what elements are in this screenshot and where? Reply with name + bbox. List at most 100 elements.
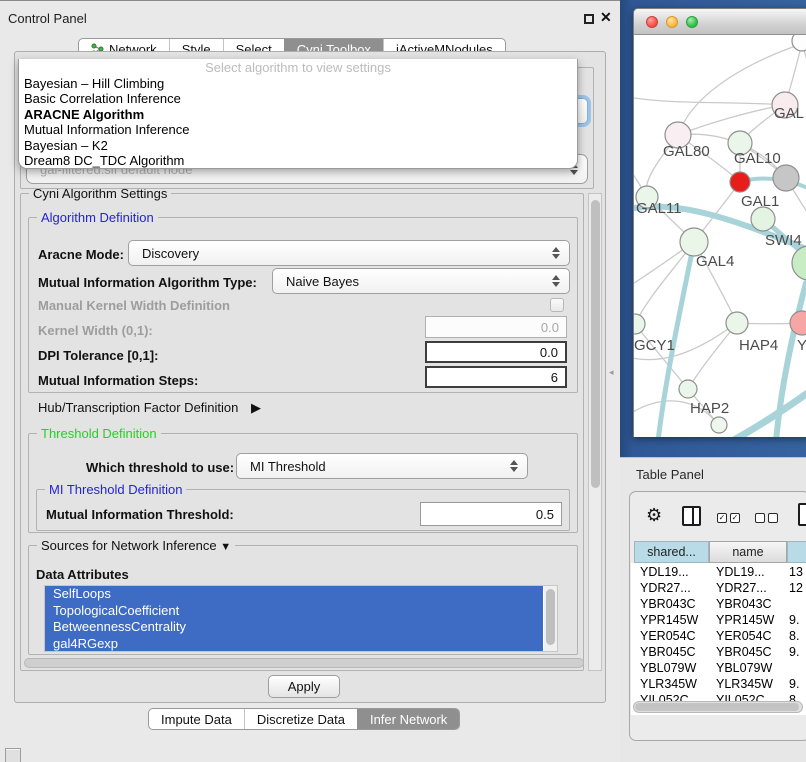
table-cell[interactable]: 9. (789, 677, 799, 691)
table-cell[interactable]: YDR27... (716, 581, 767, 595)
close-icon[interactable]: ✕ (600, 9, 612, 26)
close-traffic-light-icon[interactable] (646, 16, 658, 28)
table-cell[interactable]: YER054C (640, 629, 696, 643)
node-label: GCY1 (634, 337, 675, 354)
table-hscrollbar-track[interactable] (633, 701, 803, 713)
algorithm-option[interactable]: Dream8 DC_TDC Algorithm (19, 153, 577, 168)
column-header-shared[interactable]: shared... (634, 541, 709, 563)
settings-scrollbar-thumb[interactable] (591, 200, 600, 488)
list-scrollbar-thumb[interactable] (546, 589, 555, 645)
panel-dock-icon[interactable] (5, 748, 21, 762)
node-gray[interactable] (773, 165, 799, 191)
splitter-collapse-icon[interactable]: ◂ (609, 367, 614, 378)
column-header-partial[interactable] (787, 541, 806, 563)
table-cell[interactable]: YDL19... (640, 565, 689, 579)
sources-group-title[interactable]: Sources for Network Inference ▼ (37, 538, 235, 553)
tab-impute-data[interactable]: Impute Data (149, 709, 244, 729)
table-cell[interactable]: YPR145W (640, 613, 698, 627)
table-cell[interactable]: YBL079W (640, 661, 696, 675)
mi-steps-field[interactable]: 6 (425, 366, 567, 388)
manual-kernel-label: Manual Kernel Width Definition (38, 298, 230, 313)
split-columns-icon[interactable] (682, 506, 701, 526)
algorithm-option[interactable]: Mutual Information Inference (19, 122, 577, 137)
tab-infer-network-label: Infer Network (370, 712, 447, 727)
dpi-tolerance-field[interactable]: 0.0 (425, 341, 567, 363)
network-window-titlebar[interactable] (634, 9, 806, 35)
aracne-mode-combobox[interactable]: Discovery (128, 240, 570, 266)
table-cell[interactable]: YPR145W (716, 613, 774, 627)
table-cell[interactable]: YBR045C (716, 645, 772, 659)
table-cell[interactable]: YBL079W (716, 661, 772, 675)
column-header-name[interactable]: name (709, 541, 787, 563)
node-hap4[interactable] (726, 312, 748, 334)
node-gal1[interactable] (751, 207, 775, 231)
mi-type-combobox[interactable]: Naive Bayes (272, 268, 570, 294)
table-cell[interactable]: 9. (789, 645, 799, 659)
node-label: GAL4 (696, 253, 734, 270)
which-threshold-label: Which threshold to use: (86, 460, 234, 475)
node-gcy1[interactable] (634, 314, 645, 334)
node-red-selected[interactable] (730, 172, 750, 192)
combo-arrows-icon (552, 247, 560, 259)
mi-threshold-field[interactable]: 0.5 (420, 502, 562, 526)
network-window[interactable]: GAL GAL80 GAL10 GAL1 GAL11 SWI4 GAL4 GCY… (633, 8, 806, 437)
node-gal4[interactable] (680, 228, 708, 256)
apply-button[interactable]: Apply (268, 675, 340, 698)
which-threshold-combobox[interactable]: MI Threshold (236, 453, 528, 479)
table-cell[interactable]: YDR27... (640, 581, 691, 595)
table-hscrollbar-thumb[interactable] (635, 703, 799, 711)
table-cell[interactable]: YBR045C (640, 645, 696, 659)
manual-kernel-checkbox[interactable] (550, 298, 564, 312)
zoom-traffic-light-icon[interactable] (686, 16, 698, 28)
node-partial-bottom[interactable] (711, 417, 727, 433)
algorithm-option[interactable]: Bayesian – K2 (19, 138, 577, 153)
node-partial-top[interactable] (792, 35, 806, 51)
table-cell[interactable]: YER054C (716, 629, 772, 643)
settings-scrollbar-track[interactable] (588, 193, 602, 671)
attribute-item-selected[interactable]: TopologicalCoefficient (45, 603, 543, 620)
list-scrollbar-track[interactable] (544, 586, 557, 651)
attribute-item-selected[interactable]: gal4RGexp (45, 636, 543, 653)
algorithm-option[interactable]: Bayesian – Hill Climbing (19, 76, 577, 91)
unchecked-box-icon (755, 513, 765, 523)
table-cell[interactable]: YLR345W (640, 677, 697, 691)
deselect-all-columns-icon[interactable] (755, 513, 778, 523)
table-cell[interactable]: YBR043C (640, 597, 696, 611)
settings-hscrollbar[interactable] (24, 658, 584, 668)
table-cell[interactable]: 8. (789, 629, 799, 643)
node-swi4[interactable] (792, 246, 806, 280)
export-table-icon[interactable] (798, 503, 806, 526)
node-label: GAL (774, 105, 804, 122)
data-attributes-list[interactable]: SelfLoops TopologicalCoefficient Between… (44, 585, 558, 652)
data-attributes-label: Data Attributes (36, 567, 129, 582)
algorithm-option[interactable]: Basic Correlation Inference (19, 91, 577, 106)
attribute-item-selected[interactable]: SelfLoops (45, 586, 543, 603)
tab-infer-network[interactable]: Infer Network (357, 709, 459, 729)
hub-definition-expander[interactable]: Hub/Transcription Factor Definition ▶ (38, 400, 261, 416)
node-hap2[interactable] (679, 380, 697, 398)
table-cell[interactable]: YDL19... (716, 565, 765, 579)
select-all-columns-icon[interactable]: ✓ ✓ (717, 513, 740, 523)
node-label: SWI4 (765, 232, 802, 249)
panel-title: Control Panel (8, 11, 87, 26)
table-cell[interactable]: 12 (789, 581, 803, 595)
minimize-traffic-light-icon[interactable] (666, 16, 678, 28)
table-panel-area: Table Panel ⚙ ✓ ✓ shared... name YDL19..… (620, 457, 806, 762)
algorithm-option-selected[interactable]: ARACNE Algorithm (19, 107, 577, 122)
tab-discretize-data[interactable]: Discretize Data (244, 709, 357, 729)
table-cell[interactable]: YBR043C (716, 597, 772, 611)
kernel-width-label: Kernel Width (0,1): (38, 323, 153, 338)
table-cell[interactable]: 13 (789, 565, 803, 579)
tab-discretize-data-label: Discretize Data (257, 712, 345, 727)
node-label: HAP4 (739, 337, 778, 354)
node-label: Y (797, 337, 806, 354)
table-cell[interactable]: 9. (789, 613, 799, 627)
kernel-width-field[interactable]: 0.0 (425, 316, 567, 338)
attribute-item-selected[interactable]: BetweennessCentrality (45, 619, 543, 636)
sources-title-label: Sources for Network Inference (41, 538, 217, 553)
float-window-icon[interactable] (584, 14, 594, 24)
network-canvas[interactable]: GAL GAL80 GAL10 GAL1 GAL11 SWI4 GAL4 GCY… (634, 35, 806, 437)
table-cell[interactable]: YLR345W (716, 677, 773, 691)
gear-icon[interactable]: ⚙ (646, 506, 662, 524)
unchecked-box-icon (768, 513, 778, 523)
